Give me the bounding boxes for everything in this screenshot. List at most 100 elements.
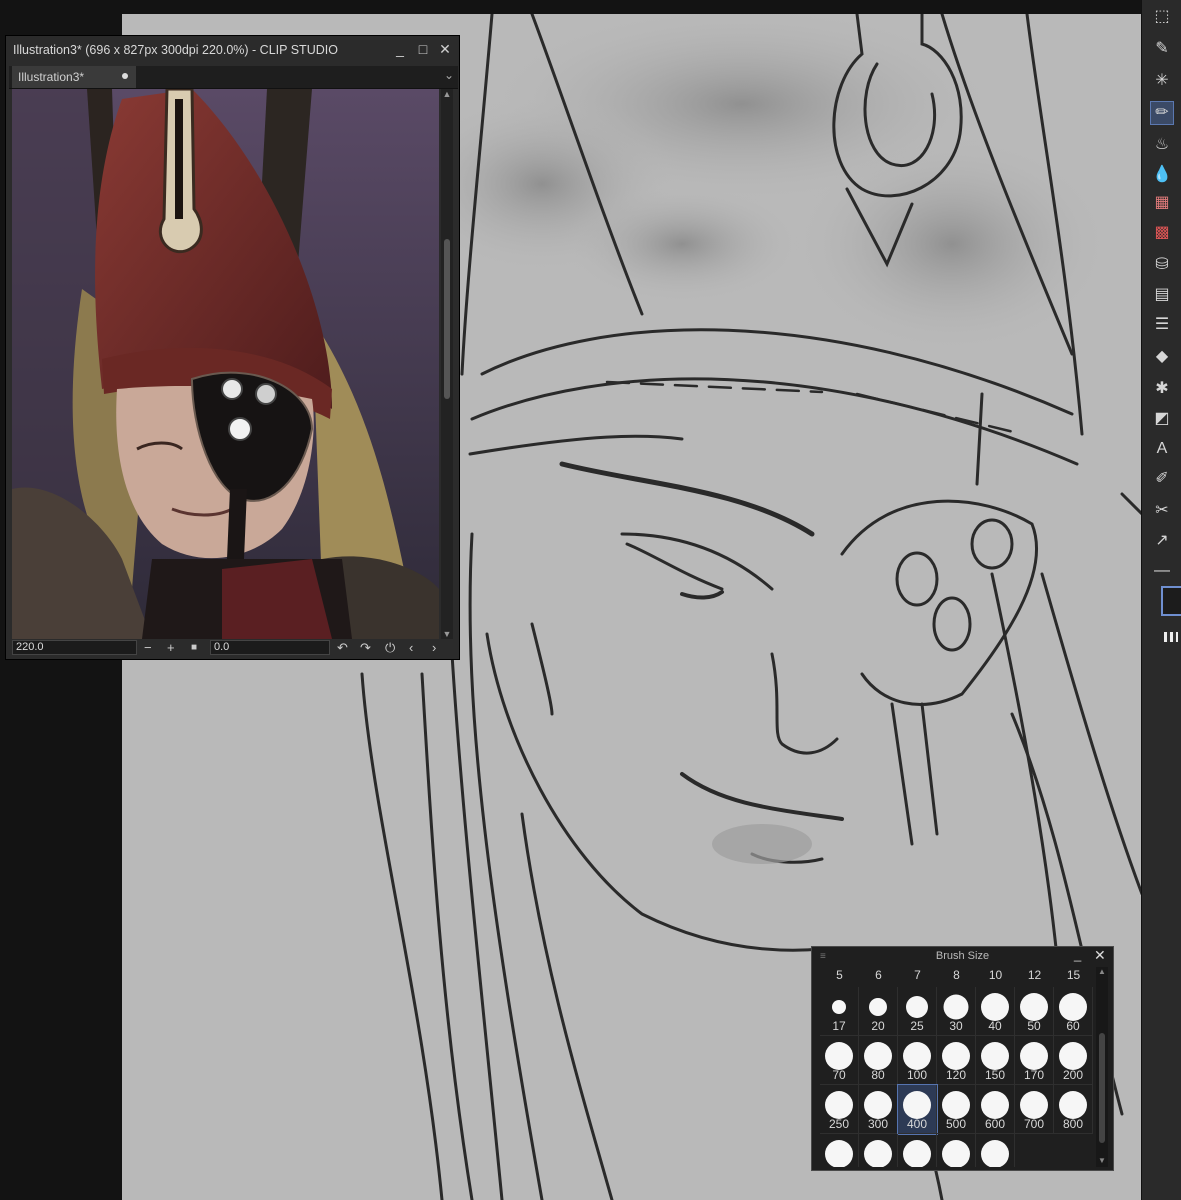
brush-size-5[interactable]: 5 [820, 968, 859, 982]
brush-size-cell[interactable]: 600 [976, 1085, 1015, 1134]
brush-size-7[interactable]: 7 [898, 968, 937, 982]
minimize-button[interactable]: _ [391, 39, 409, 59]
brush-size-cell[interactable]: 60 [1054, 987, 1093, 1036]
previous-image-icon[interactable]: ‹ [409, 639, 413, 657]
brush-size-10[interactable]: 10 [976, 968, 1015, 982]
reference-image[interactable] [12, 89, 439, 639]
brush-size-cell[interactable]: 20 [859, 987, 898, 1036]
brush-size-label: 400 [906, 1117, 928, 1131]
brush-size-cell[interactable]: 40 [976, 987, 1015, 1036]
zoom-in-button[interactable]: + [167, 639, 175, 657]
hand-icon[interactable]: — [1151, 560, 1173, 582]
brush-size-cell[interactable]: 700 [1015, 1085, 1054, 1134]
correct-line-icon[interactable]: ✂ [1151, 500, 1173, 522]
close-button[interactable]: ✕ [436, 39, 454, 59]
unsaved-dot-icon [122, 73, 128, 79]
brush-size-cell[interactable]: 80 [859, 1036, 898, 1085]
brush-size-cell[interactable]: 200 [1054, 1036, 1093, 1085]
fill-icon[interactable]: ⛁ [1151, 254, 1173, 276]
scroll-down-icon[interactable]: ▼ [1096, 1156, 1108, 1165]
next-image-icon[interactable]: › [432, 639, 436, 657]
brush-size-cell[interactable]: 50 [1015, 987, 1054, 1036]
brush-size-cell[interactable]: 17 [820, 987, 859, 1036]
brush-dot-icon [903, 1091, 931, 1119]
brush-size-label: 30 [949, 1019, 963, 1033]
brush-size-cell[interactable]: 2000 [976, 1134, 1015, 1167]
brush-dot-icon [832, 1000, 846, 1014]
chevron-down-icon[interactable]: ⌄ [444, 68, 454, 82]
selection-icon[interactable]: ⬚ [1151, 6, 1173, 28]
tool-strip: ⬚ ✎ ✳ ✏ ♨ 💧 ▦ ▩ ⛁ ▤ ☰ ◆ ✱ ◩ A ✐ ✂ ↗ — [1141, 0, 1181, 1200]
brush-size-12[interactable]: 12 [1015, 968, 1054, 982]
brush-size-label: 70 [832, 1068, 846, 1082]
move-icon[interactable]: ↗ [1151, 530, 1173, 552]
brush-size-cell[interactable]: 1000 [820, 1134, 859, 1167]
window-title: Illustration3* (696 x 827px 300dpi 220.0… [13, 43, 338, 57]
brush-size-cell[interactable]: 70 [820, 1036, 859, 1085]
brush-dot-icon [942, 1140, 970, 1167]
rotate-left-icon[interactable]: ↶ [337, 639, 348, 657]
brush-size-label: 200 [1062, 1068, 1084, 1082]
brush-size-cell[interactable]: 300 [859, 1085, 898, 1134]
brush-size-label: 40 [988, 1019, 1002, 1033]
brush-size-cell[interactable]: 120 [937, 1036, 976, 1085]
brush-size-cell[interactable]: 1500 [898, 1134, 937, 1167]
palette-minimize-button[interactable]: _ [1074, 947, 1081, 962]
maximize-button[interactable]: □ [414, 39, 432, 59]
transparent-color-swatch[interactable] [1164, 632, 1178, 642]
window-titlebar[interactable]: Illustration3* (696 x 827px 300dpi 220.0… [6, 36, 459, 64]
zoom-field[interactable]: 220.0 [12, 640, 137, 655]
scroll-up-icon[interactable]: ▲ [1096, 967, 1108, 976]
fit-button[interactable]: ■ [191, 639, 197, 657]
zoom-out-button[interactable]: − [144, 639, 152, 657]
reference-vertical-scrollbar[interactable]: ▲ ▼ [441, 89, 453, 639]
main-color-swatch[interactable] [1161, 586, 1181, 616]
pattern-icon[interactable]: ▩ [1151, 222, 1173, 244]
layer-icon[interactable]: ☰ [1151, 314, 1173, 336]
scroll-down-icon[interactable]: ▼ [441, 629, 453, 639]
reset-rotation-icon[interactable]: ⏻ [385, 639, 395, 657]
palette-close-button[interactable]: ✕ [1094, 947, 1106, 964]
brush-size-cell[interactable]: 30 [937, 987, 976, 1036]
operation-icon[interactable]: ✐ [1151, 468, 1173, 490]
brush-dot-icon [942, 1042, 970, 1070]
airbrush-icon[interactable]: ♨ [1151, 134, 1173, 156]
brush-size-cell[interactable]: 1200 [859, 1134, 898, 1167]
shape-icon[interactable]: ◩ [1151, 408, 1173, 430]
brush-size-cell[interactable]: 1700 [937, 1134, 976, 1167]
auto-select-icon[interactable]: ✳ [1151, 70, 1173, 92]
brush-dot-icon [864, 1091, 892, 1119]
pen-nib-icon[interactable]: ✎ [1151, 38, 1173, 60]
grid-icon[interactable]: ▤ [1151, 284, 1173, 306]
brush-size-cell[interactable]: 25 [898, 987, 937, 1036]
brush-size-15[interactable]: 15 [1054, 968, 1093, 982]
eraser-icon[interactable]: ◆ [1151, 346, 1173, 368]
brush-size-label: 100 [906, 1068, 928, 1082]
rotate-right-icon[interactable]: ↷ [360, 639, 371, 657]
brush-size-label: 80 [871, 1068, 885, 1082]
brush-dot-icon [1059, 1042, 1087, 1070]
brush-size-cell[interactable]: 500 [937, 1085, 976, 1134]
brush-size-cell[interactable]: 150 [976, 1036, 1015, 1085]
brush-size-cell[interactable]: 800 [1054, 1085, 1093, 1134]
blend-icon[interactable]: 💧 [1151, 164, 1173, 186]
tab-illustration3[interactable]: Illustration3* [12, 66, 136, 88]
decoration-icon[interactable]: ▦ [1151, 192, 1173, 214]
pencil-icon[interactable]: ✏ [1150, 101, 1174, 125]
brush-dot-icon [903, 1140, 931, 1167]
brush-size-cell[interactable]: 100 [898, 1036, 937, 1085]
brush-size-8[interactable]: 8 [937, 968, 976, 982]
scroll-thumb[interactable] [1099, 1033, 1105, 1143]
sparkle-icon[interactable]: ✱ [1151, 378, 1173, 400]
brush-size-cell[interactable]: 250 [820, 1085, 859, 1134]
palette-title: Brush Size [935, 950, 990, 962]
brush-size-6[interactable]: 6 [859, 968, 898, 982]
text-icon[interactable]: A [1151, 438, 1173, 460]
brush-size-cell[interactable]: 170 [1015, 1036, 1054, 1085]
palette-scrollbar[interactable]: ▲ ▼ [1096, 967, 1108, 1167]
brush-dot-icon [1020, 993, 1048, 1021]
brush-size-cell-selected[interactable]: 400 [897, 1084, 938, 1135]
scroll-up-icon[interactable]: ▲ [441, 89, 453, 99]
scroll-thumb[interactable] [444, 239, 450, 399]
rotation-field[interactable]: 0.0 [210, 640, 330, 655]
